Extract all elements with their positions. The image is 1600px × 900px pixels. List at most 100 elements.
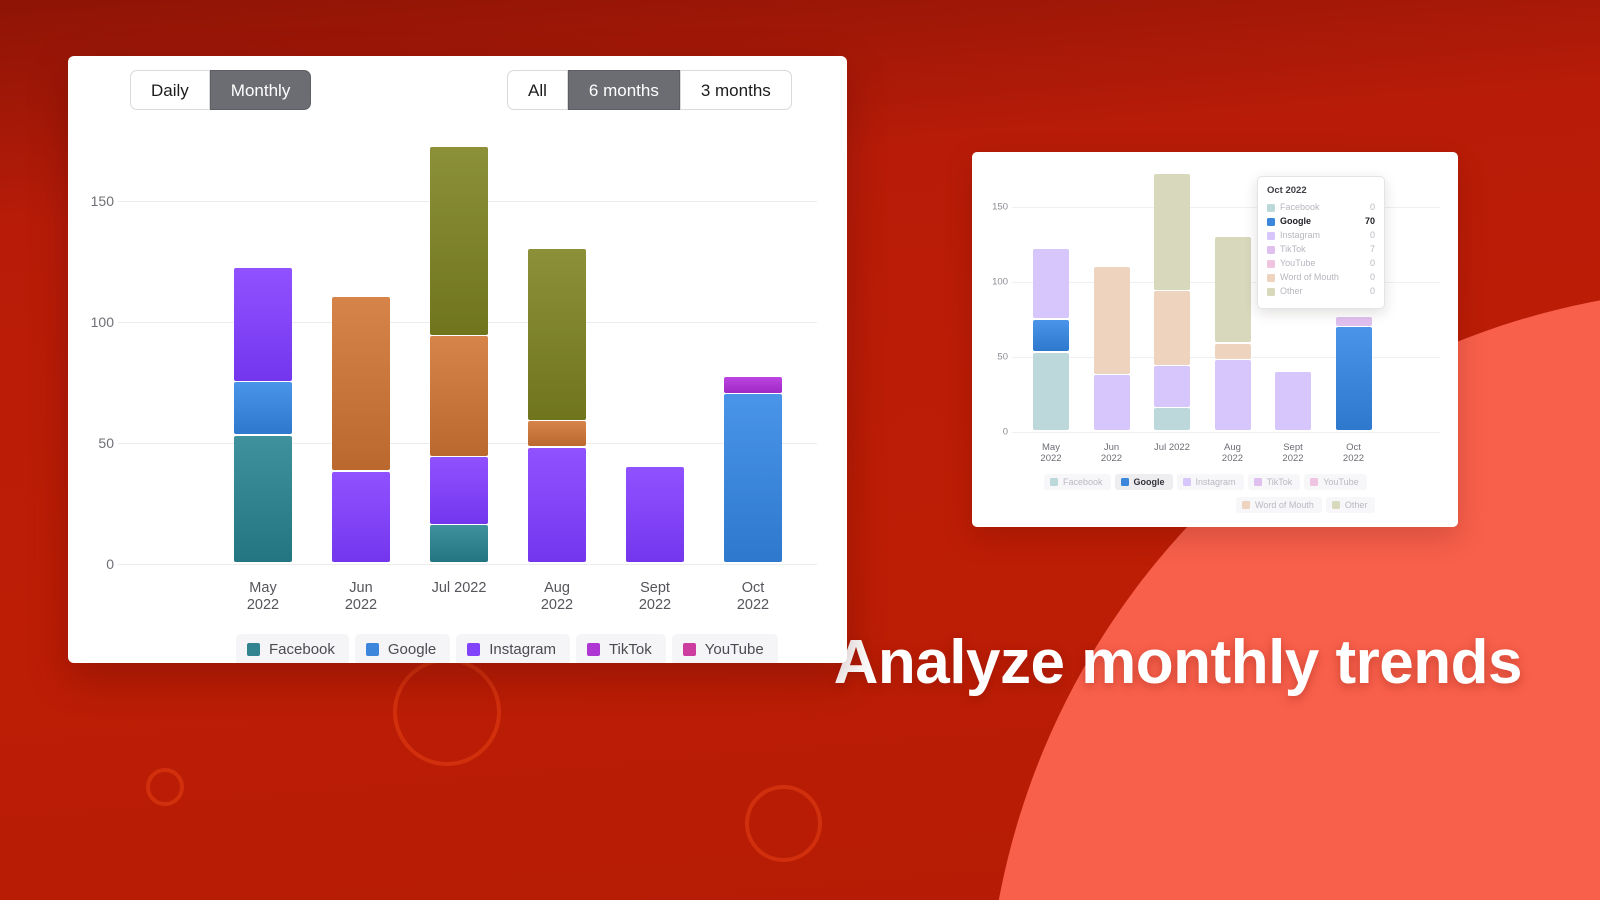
bar-segment[interactable] xyxy=(528,447,586,563)
bar-column[interactable] xyxy=(724,140,782,564)
bar-segment[interactable] xyxy=(1154,291,1190,365)
inset-legend-row-2[interactable]: Word of Mouth Other xyxy=(1236,497,1376,513)
legend-item-instagram[interactable]: Instagram xyxy=(1176,474,1244,490)
legend-label: Facebook xyxy=(269,641,335,658)
decorative-ring-small xyxy=(146,768,184,806)
legend-item-instagram[interactable]: Instagram xyxy=(456,634,570,663)
legend-item-youtube[interactable]: YouTube xyxy=(1304,474,1367,490)
legend-item-facebook[interactable]: Facebook xyxy=(1044,474,1111,490)
inset-legend-row-1[interactable]: Facebook Google Instagram TikTok YouTube xyxy=(1044,474,1367,490)
legend-label: Other xyxy=(1344,500,1368,510)
legend-label: Google xyxy=(1133,477,1165,487)
bar-segment[interactable] xyxy=(430,457,488,524)
x-axis-label: Jun 2022 xyxy=(344,580,378,613)
tooltip-series-name: Instagram xyxy=(1280,229,1321,240)
bar-column[interactable] xyxy=(1033,170,1069,432)
legend-label: TikTok xyxy=(608,641,652,658)
tooltip-swatch xyxy=(1267,273,1275,282)
chart-legend-row-1[interactable]: Facebook Google Instagram TikTok YouTube xyxy=(236,634,778,663)
x-axis-label: May 2022 xyxy=(246,580,280,613)
bar-segment[interactable] xyxy=(1214,360,1251,431)
gridline xyxy=(1012,432,1440,433)
bar-segment[interactable] xyxy=(430,525,488,563)
bar-segment[interactable] xyxy=(528,249,586,420)
bar-segment[interactable] xyxy=(724,377,782,393)
tooltip-swatch xyxy=(1267,203,1275,212)
bar-segment[interactable] xyxy=(1033,249,1069,319)
legend-swatch xyxy=(247,643,260,656)
bar-segment[interactable] xyxy=(1033,352,1069,431)
bar-segment[interactable] xyxy=(234,382,292,435)
x-axis-label: Oct 2022 xyxy=(1342,442,1365,465)
legend-swatch xyxy=(365,643,379,656)
y-axis-tick: 100 xyxy=(992,276,1008,288)
x-axis-label: Sept 2022 xyxy=(638,580,672,613)
bar-column[interactable] xyxy=(430,140,488,564)
bar-segment[interactable] xyxy=(1214,237,1251,343)
y-axis-tick: 50 xyxy=(997,351,1008,363)
tooltip-row: YouTube 0 xyxy=(1267,257,1375,271)
headline-text: Analyze monthly trends xyxy=(833,628,1523,697)
tooltip-series-value: 0 xyxy=(1369,271,1375,282)
bar-segment[interactable] xyxy=(430,336,488,456)
legend-item-word-of-mouth[interactable]: Word of Mouth xyxy=(1236,497,1322,513)
tooltip-series-name: TikTok xyxy=(1280,243,1306,254)
bar-segment[interactable] xyxy=(234,268,292,381)
legend-label: Facebook xyxy=(1063,477,1103,487)
y-axis-tick: 0 xyxy=(1002,426,1008,438)
bar-segment[interactable] xyxy=(332,471,390,563)
legend-swatch xyxy=(1253,478,1262,486)
tooltip-series-name: Facebook xyxy=(1280,202,1320,212)
legend-label: YouTube xyxy=(704,641,764,658)
legend-item-tiktok[interactable]: TikTok xyxy=(575,634,666,663)
inset-chart-card: 0 50 100 150 May 2022 Jun 2022 Jul 2022 Aug 202… xyxy=(972,152,1458,527)
bar-segment[interactable] xyxy=(1093,267,1130,374)
legend-item-facebook[interactable]: Facebook xyxy=(236,634,349,663)
bar-segment[interactable] xyxy=(1335,316,1372,326)
bar-column[interactable] xyxy=(626,140,684,564)
x-axis-label: Jul 2022 xyxy=(431,580,487,596)
legend-item-google[interactable]: Google xyxy=(354,634,451,663)
legend-item-google[interactable]: Google xyxy=(1114,474,1173,490)
bar-segment[interactable] xyxy=(332,297,390,471)
main-chart-card: Daily Monthly All 6 months 3 months 0 50 100 1… xyxy=(68,56,847,663)
bar-segment[interactable] xyxy=(1093,375,1130,431)
tooltip-row: Instagram 0 xyxy=(1267,229,1375,243)
bar-segment[interactable] xyxy=(1154,174,1190,290)
tooltip-series-value: 0 xyxy=(1369,229,1375,240)
legend-item-other[interactable]: Other xyxy=(1325,497,1376,513)
tooltip-series-name: YouTube xyxy=(1280,257,1316,268)
bar-segment[interactable] xyxy=(724,394,782,563)
bar-segment[interactable] xyxy=(1214,343,1251,359)
tooltip-row: Word of Mouth 0 xyxy=(1267,271,1375,285)
bar-segment[interactable] xyxy=(1033,319,1069,352)
y-axis-tick: 150 xyxy=(90,192,114,209)
bar-column[interactable] xyxy=(1154,170,1190,432)
bar-column[interactable] xyxy=(234,140,292,564)
bar-column[interactable] xyxy=(1093,170,1130,432)
tooltip-series-name: Google xyxy=(1280,215,1311,226)
gridline xyxy=(118,564,817,565)
legend-label: TikTok xyxy=(1266,477,1293,487)
legend-swatch xyxy=(586,643,600,656)
bar-segment[interactable] xyxy=(234,435,292,563)
bar-column[interactable] xyxy=(528,140,586,564)
x-axis-label: Oct 2022 xyxy=(736,580,770,613)
chart-tooltip: Oct 2022 Facebook 0 Google 70 Instagram 0 TikT… xyxy=(1257,176,1385,309)
x-axis-label: Aug 2022 xyxy=(540,580,574,613)
tooltip-series-value: 0 xyxy=(1369,285,1375,296)
tooltip-swatch xyxy=(1267,245,1275,254)
bar-segment[interactable] xyxy=(626,467,684,563)
tooltip-row: Google 70 xyxy=(1267,215,1375,229)
bar-segment[interactable] xyxy=(1154,408,1190,431)
bar-segment[interactable] xyxy=(1335,327,1372,431)
bar-column[interactable] xyxy=(1214,170,1251,432)
bar-segment[interactable] xyxy=(528,421,586,447)
bar-column[interactable] xyxy=(332,140,390,564)
bar-segment[interactable] xyxy=(1275,372,1311,431)
bar-segment[interactable] xyxy=(1154,366,1190,407)
bar-segment[interactable] xyxy=(430,147,488,335)
legend-item-youtube[interactable]: YouTube xyxy=(671,634,778,663)
legend-item-tiktok[interactable]: TikTok xyxy=(1247,474,1301,490)
x-axis-label: Jun 2022 xyxy=(1100,442,1123,465)
